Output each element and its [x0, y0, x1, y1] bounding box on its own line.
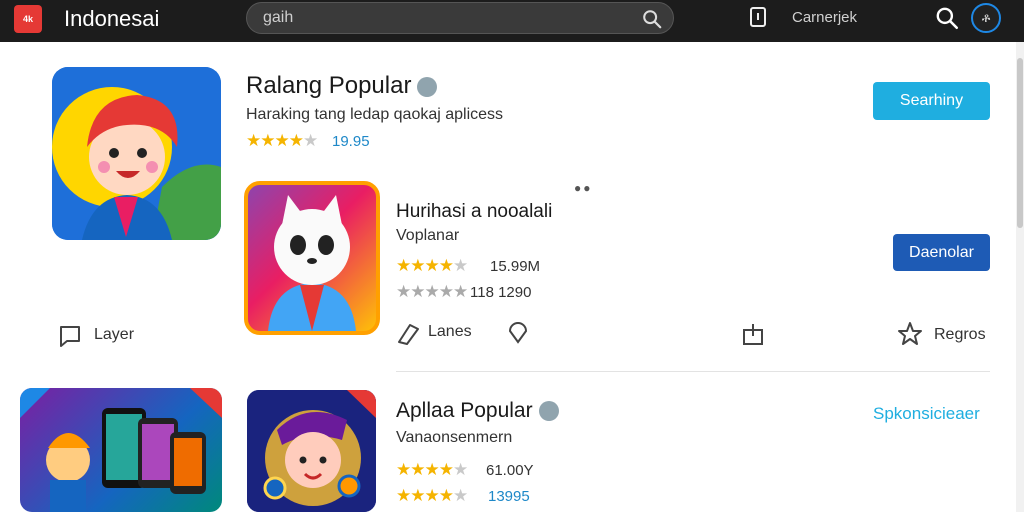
- secondary-stars: ★★★★★: [396, 282, 468, 301]
- layer-label[interactable]: Layer: [94, 326, 134, 344]
- search-input-value: gaih: [263, 9, 294, 26]
- tag-icon[interactable]: [396, 320, 422, 346]
- app-developer: Voplanar: [396, 227, 460, 244]
- app-icon-white-cat[interactable]: [244, 181, 380, 335]
- regros-label[interactable]: Regros: [934, 326, 986, 344]
- scroll-thumb[interactable]: [1017, 58, 1023, 228]
- globe-icon: [417, 76, 438, 97]
- top-bar: 4k Indonesai gaih Carnerjek ቶ: [0, 0, 1024, 42]
- brand-name: Indonesai: [64, 6, 160, 31]
- lanes-label[interactable]: Lanes: [428, 323, 472, 341]
- secondary-stars: ★★★★★: [396, 486, 468, 505]
- rating-value: 15.99M: [490, 258, 541, 275]
- rating-value: 61.00Y: [486, 462, 534, 479]
- app-icon-phones[interactable]: [20, 388, 222, 512]
- globe-icon: [538, 401, 559, 422]
- section-subtitle: Haraking tang ledap qaokaj aplicess: [246, 106, 504, 123]
- search-icon[interactable]: [934, 5, 960, 31]
- section-title: Ralang Popular: [246, 72, 438, 100]
- section-title-text: Apllaa Popular: [396, 399, 533, 422]
- section-subtitle: Vanaonsenmern: [396, 429, 513, 446]
- secondary-value: 118 1290: [470, 284, 532, 301]
- see-all-link[interactable]: Spkonsicieaer: [873, 404, 980, 424]
- star-icon[interactable]: [897, 321, 923, 347]
- section-title: Apllaa Popular: [396, 399, 559, 423]
- rating-value: 19.95: [332, 133, 370, 150]
- rating-stars: ★★★★★: [246, 131, 318, 150]
- brand-logo-icon[interactable]: 4k: [14, 5, 42, 33]
- more-dots-icon[interactable]: ●●: [574, 181, 593, 195]
- avatar[interactable]: ቶ: [971, 3, 1001, 33]
- document-icon[interactable]: [746, 5, 770, 29]
- app-name[interactable]: Hurihasi a nooalali: [396, 201, 552, 223]
- rating-stars: ★★★★★: [396, 256, 468, 275]
- scrollbar[interactable]: [1016, 42, 1024, 512]
- search-icon[interactable]: [641, 8, 663, 30]
- location-icon[interactable]: [505, 319, 531, 345]
- download-button[interactable]: Daenolar: [893, 234, 990, 271]
- chat-icon[interactable]: [57, 323, 83, 349]
- section-title-text: Ralang Popular: [246, 72, 412, 99]
- app-icon-hat-girl[interactable]: [247, 390, 376, 512]
- app-icon-cartoon-girl[interactable]: [52, 67, 221, 240]
- share-icon[interactable]: [740, 321, 766, 347]
- account-label[interactable]: Carnerjek: [792, 9, 857, 26]
- search-input[interactable]: gaih: [246, 2, 674, 34]
- search-button[interactable]: Searhiny: [873, 82, 990, 120]
- divider: [396, 371, 990, 372]
- rating-stars: ★★★★★: [396, 460, 468, 479]
- secondary-value: 13995: [488, 488, 530, 505]
